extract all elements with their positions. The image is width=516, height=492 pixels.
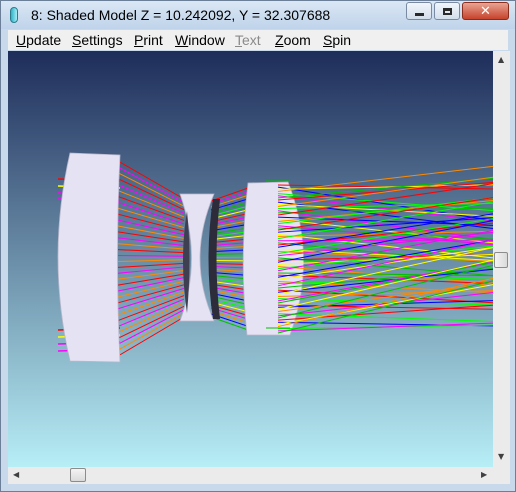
menu-zoom[interactable]: Zoom: [275, 32, 311, 48]
vertical-scroll-thumb[interactable]: [494, 252, 508, 268]
close-button[interactable]: ✕: [462, 2, 509, 20]
window-title: 8: Shaded Model Z = 10.242092, Y = 32.30…: [31, 7, 331, 23]
menu-bar: Update Settings Print Window Text Zoom S…: [8, 30, 508, 50]
scroll-right-icon[interactable]: ▶: [481, 471, 487, 479]
ray-trace: [117, 255, 185, 257]
shaded-model-viewport[interactable]: [8, 51, 493, 467]
vertical-scrollbar[interactable]: ▲ ▼: [493, 51, 510, 467]
scroll-left-icon[interactable]: ◀: [13, 471, 19, 479]
minimize-icon: [414, 12, 424, 16]
menu-window[interactable]: Window: [175, 32, 225, 48]
menu-update[interactable]: Update: [16, 32, 61, 48]
lens-element-1: [57, 152, 121, 363]
app-icon[interactable]: [10, 7, 18, 23]
menu-text: Text: [235, 32, 261, 48]
maximize-button[interactable]: [434, 2, 460, 20]
title-bar[interactable]: 8: Shaded Model Z = 10.242092, Y = 32.30…: [1, 1, 515, 29]
minimize-button[interactable]: [406, 2, 432, 20]
scroll-down-icon[interactable]: ▼: [498, 453, 504, 461]
menu-settings[interactable]: Settings: [72, 32, 123, 48]
app-window: 8: Shaded Model Z = 10.242092, Y = 32.30…: [0, 0, 516, 492]
menu-spin[interactable]: Spin: [323, 32, 351, 48]
menu-print[interactable]: Print: [134, 32, 163, 48]
scroll-up-icon[interactable]: ▲: [498, 56, 504, 64]
horizontal-scrollbar[interactable]: ◀ ▶: [8, 467, 493, 484]
horizontal-scroll-thumb[interactable]: [70, 468, 86, 482]
maximize-icon: [442, 7, 452, 15]
close-icon: ✕: [480, 3, 491, 19]
scrollbar-corner: [493, 467, 510, 484]
